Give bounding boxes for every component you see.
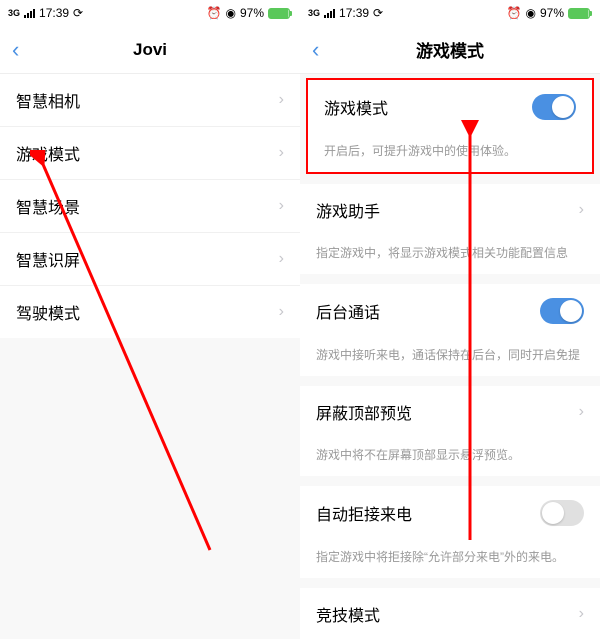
nav-bar: ‹ 游戏模式 [300, 26, 600, 74]
network-type: 3G [308, 8, 320, 18]
chevron-right-icon: › [279, 197, 284, 215]
chevron-right-icon: › [579, 403, 584, 421]
alarm-icon: ⏰ [207, 6, 222, 20]
chevron-right-icon: › [279, 144, 284, 162]
status-bar: 3G 17:39 ⟳ ⏰ ◉ 97% [300, 0, 600, 26]
row-label: 驾驶模式 [16, 300, 80, 324]
row-label: 自动拒接来电 [316, 501, 412, 525]
chevron-right-icon: › [579, 201, 584, 219]
battery-pct: 97% [540, 6, 564, 20]
chevron-right-icon: › [279, 250, 284, 268]
row-desc: 游戏中将不在屏幕顶部显示悬浮预览。 [300, 438, 600, 476]
row-label: 游戏助手 [316, 198, 380, 222]
row-label: 智慧识屏 [16, 247, 80, 271]
row-label: 后台通话 [316, 299, 380, 323]
row-desc: 指定游戏中，将显示游戏模式相关功能配置信息 [300, 236, 600, 274]
toggle-switch[interactable] [540, 500, 584, 526]
chevron-right-icon: › [279, 303, 284, 321]
status-bar: 3G 17:39 ⟳ ⏰ ◉ 97% [0, 0, 300, 26]
screen-jovi: 3G 17:39 ⟳ ⏰ ◉ 97% ‹ Jovi 智慧相机 › 游戏模式 [0, 0, 300, 639]
chevron-right-icon: › [279, 91, 284, 109]
chevron-right-icon: › [579, 605, 584, 623]
battery-icon [268, 8, 292, 19]
network-type: 3G [8, 8, 20, 18]
page-title: Jovi [133, 40, 167, 60]
row-label: 屏蔽顶部预览 [316, 400, 412, 424]
row-smart-scene[interactable]: 智慧场景 › [0, 179, 300, 232]
back-button[interactable]: ‹ [312, 37, 319, 63]
row-game-mode-toggle[interactable]: 游戏模式 [308, 80, 592, 134]
back-button[interactable]: ‹ [12, 37, 19, 63]
sync-icon: ⟳ [373, 6, 383, 20]
row-label: 智慧场景 [16, 194, 80, 218]
wifi-icon: ◉ [225, 6, 235, 20]
row-desc: 指定游戏中将拒接除“允许部分来电”外的来电。 [300, 540, 600, 578]
row-label: 竞技模式 [316, 602, 380, 626]
row-background-call[interactable]: 后台通话 [300, 284, 600, 338]
row-auto-reject-call[interactable]: 自动拒接来电 [300, 486, 600, 540]
toggle-switch[interactable] [540, 298, 584, 324]
battery-icon [568, 8, 592, 19]
row-smart-camera[interactable]: 智慧相机 › [0, 74, 300, 126]
row-desc: 游戏中接听来电，通话保持在后台，同时开启免提 [300, 338, 600, 376]
status-time: 17:39 [339, 6, 369, 20]
page-title: 游戏模式 [416, 37, 484, 62]
row-desc: 开启后，可提升游戏中的使用体验。 [308, 134, 592, 172]
toggle-switch[interactable] [532, 94, 576, 120]
sync-icon: ⟳ [73, 6, 83, 20]
wifi-icon: ◉ [525, 6, 535, 20]
row-smart-screen[interactable]: 智慧识屏 › [0, 232, 300, 285]
nav-bar: ‹ Jovi [0, 26, 300, 74]
row-label: 智慧相机 [16, 88, 80, 112]
row-label: 游戏模式 [324, 95, 388, 119]
screen-game-mode: 3G 17:39 ⟳ ⏰ ◉ 97% ‹ 游戏模式 游戏模式 开启后， [300, 0, 600, 639]
status-time: 17:39 [39, 6, 69, 20]
alarm-icon: ⏰ [507, 6, 522, 20]
row-driving-mode[interactable]: 驾驶模式 › [0, 285, 300, 338]
signal-icon [324, 9, 335, 18]
signal-icon [24, 9, 35, 18]
battery-pct: 97% [240, 6, 264, 20]
row-label: 游戏模式 [16, 141, 80, 165]
row-game-assistant[interactable]: 游戏助手 › [300, 184, 600, 236]
row-block-preview[interactable]: 屏蔽顶部预览 › [300, 386, 600, 438]
highlight-box: 游戏模式 开启后，可提升游戏中的使用体验。 [306, 78, 594, 174]
row-game-mode[interactable]: 游戏模式 › [0, 126, 300, 179]
row-competitive-mode[interactable]: 竞技模式 › [300, 588, 600, 639]
